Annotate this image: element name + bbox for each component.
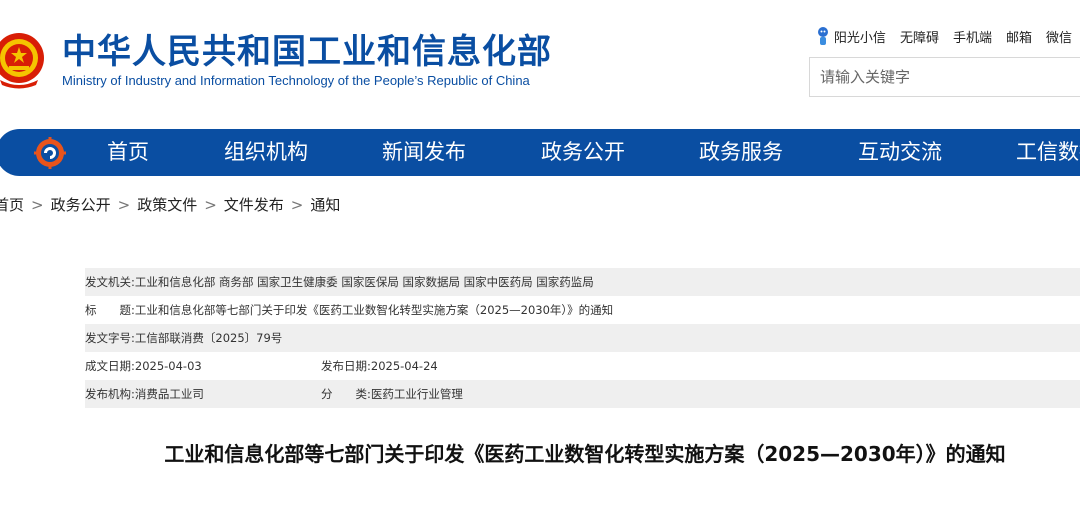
- search-input[interactable]: [810, 58, 1080, 96]
- title-label: 标 题:: [85, 303, 135, 317]
- breadcrumb-home[interactable]: 首页: [0, 196, 24, 214]
- mascot-icon: [817, 27, 828, 45]
- top-links: 阳光小信 无障碍 手机端 邮箱 微信: [816, 26, 1072, 46]
- document-title: 工业和信息化部等七部门关于印发《医药工业数智化转型实施方案（2025—2030年…: [164, 442, 1006, 466]
- info-row-issuer: 发文机关:工业和信息化部 商务部 国家卫生健康委 国家医保局 国家数据局 国家中…: [85, 268, 1080, 296]
- top-link-accessibility[interactable]: 无障碍: [900, 27, 939, 46]
- publish-label: 发布日期:: [321, 359, 371, 373]
- info-row-org: 发布机构:消费品工业司 分 类:医药工业行业管理: [85, 380, 1080, 408]
- info-row-docno: 发文字号:工信部联消费〔2025〕79号: [85, 324, 1080, 352]
- docno-value: 工信部联消费〔2025〕79号: [134, 331, 283, 345]
- info-row-title: 标 题:工业和信息化部等七部门关于印发《医药工业数智化转型实施方案（2025—2…: [85, 296, 1080, 324]
- national-emblem-icon: [0, 33, 44, 89]
- top-link-wechat[interactable]: 微信: [1046, 27, 1072, 46]
- breadcrumb-notice[interactable]: 通知: [310, 196, 340, 214]
- search-box: [809, 57, 1080, 97]
- info-row-dates: 成文日期:2025-04-03 发布日期:2025-04-24: [85, 352, 1080, 380]
- org-label: 发布机构:: [85, 387, 135, 401]
- org-value: 消费品工业司: [134, 387, 204, 401]
- main-nav: 首页 组织机构 新闻发布 政务公开 政务服务 互动交流 工信数据: [0, 129, 1080, 176]
- issuer-value: 工业和信息化部 商务部 国家卫生健康委 国家医保局 国家数据局 国家中医药局 国…: [134, 275, 594, 289]
- nav-news[interactable]: 新闻发布: [382, 129, 466, 176]
- category-value: 医药工业行业管理: [370, 387, 463, 401]
- title-value: 工业和信息化部等七部门关于印发《医药工业数智化转型实施方案（2025—2030年…: [134, 303, 614, 317]
- docno-label: 发文字号:: [85, 331, 135, 345]
- breadcrumb-gov-open[interactable]: 政务公开: [51, 196, 111, 214]
- breadcrumb-file-release[interactable]: 文件发布: [224, 196, 284, 214]
- nav-home[interactable]: 首页: [107, 129, 149, 176]
- nav-gov-affairs-open[interactable]: 政务公开: [541, 129, 625, 176]
- breadcrumb-policy[interactable]: 政策文件: [137, 196, 197, 214]
- nav-gov-services[interactable]: 政务服务: [699, 129, 783, 176]
- document-info-table: 发文机关:工业和信息化部 商务部 国家卫生健康委 国家医保局 国家数据局 国家中…: [85, 268, 1080, 408]
- date-label: 成文日期:: [85, 359, 135, 373]
- top-link-label: 阳光小信: [833, 30, 886, 46]
- miit-logo-icon[interactable]: [34, 137, 66, 169]
- publish-value: 2025-04-24: [370, 359, 438, 373]
- breadcrumb: 首页 > 政务公开 > 政策文件 > 文件发布 > 通知: [0, 194, 340, 215]
- top-link-sunshine[interactable]: 阳光小信: [816, 26, 886, 46]
- nav-data[interactable]: 工信数据: [1016, 129, 1080, 176]
- site-name-cn: 中华人民共和国工业和信息化部: [62, 32, 552, 72]
- issuer-label: 发文机关:: [85, 275, 135, 289]
- nav-organization[interactable]: 组织机构: [224, 129, 308, 176]
- date-value: 2025-04-03: [134, 359, 202, 373]
- top-link-mail[interactable]: 邮箱: [1006, 27, 1032, 46]
- top-link-mobile[interactable]: 手机端: [953, 27, 992, 46]
- site-name-en: Ministry of Industry and Information Tec…: [62, 73, 530, 88]
- nav-interaction[interactable]: 互动交流: [858, 129, 942, 176]
- category-label: 分 类:: [321, 387, 371, 401]
